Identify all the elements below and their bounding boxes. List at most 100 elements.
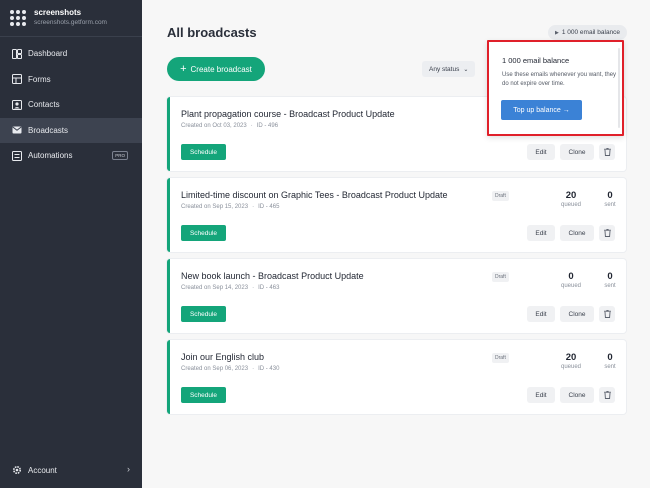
brand[interactable]: screenshots screenshots.getform.com: [10, 8, 138, 36]
broadcast-title[interactable]: Limited-time discount on Graphic Tees - …: [181, 190, 447, 200]
sidebar-item-forms[interactable]: Forms: [0, 67, 142, 93]
trash-icon: [603, 229, 611, 237]
clone-button[interactable]: Clone: [560, 306, 594, 322]
draft-badge: Draft: [492, 353, 509, 363]
sidebar-item-label: Automations: [28, 151, 73, 161]
clone-button[interactable]: Clone: [560, 225, 594, 241]
gear-icon: [12, 465, 22, 475]
queued-stat: 0 queued: [556, 271, 586, 289]
dashboard-icon: [12, 48, 22, 59]
sidebar-item-broadcasts[interactable]: Broadcasts: [0, 117, 142, 143]
sent-stat: 0 sent: [596, 352, 624, 370]
queued-label: queued: [560, 364, 582, 370]
queued-stat: 20 queued: [556, 352, 586, 370]
create-broadcast-button[interactable]: + Create broadcast: [167, 57, 265, 81]
sent-label: sent: [604, 283, 616, 289]
automations-icon: [12, 150, 22, 161]
broadcast-id: ID - 496: [256, 123, 279, 129]
broadcast-meta: Created on Sep 06, 2023 · ID - 430: [181, 366, 280, 372]
contacts-icon: [12, 99, 22, 110]
clone-button[interactable]: Clone: [560, 144, 594, 160]
email-balance-popover: 1 000 email balance Use these emails whe…: [487, 40, 624, 136]
plus-icon: +: [180, 62, 187, 75]
queued-label: queued: [560, 283, 582, 289]
page-title: All broadcasts: [167, 25, 257, 40]
broadcast-meta: Created on Sep 14, 2023 · ID - 463: [181, 285, 280, 291]
popover-title: 1 000 email balance: [502, 56, 570, 65]
queued-count: 0: [568, 271, 574, 282]
sidebar-item-contacts[interactable]: Contacts: [0, 92, 142, 118]
edit-button[interactable]: Edit: [527, 306, 555, 322]
sidebar-item-label: Forms: [28, 74, 51, 84]
forms-icon: [12, 74, 22, 85]
broadcast-id: ID - 430: [258, 366, 280, 372]
trash-icon: [603, 148, 611, 156]
broadcast-id: ID - 465: [258, 204, 280, 210]
queued-count: 20: [565, 352, 577, 363]
schedule-button[interactable]: Schedule: [181, 144, 226, 160]
schedule-button[interactable]: Schedule: [181, 387, 226, 403]
delete-button[interactable]: [599, 144, 615, 160]
clone-button[interactable]: Clone: [560, 387, 594, 403]
draft-badge: Draft: [492, 191, 509, 201]
sidebar-item-dashboard[interactable]: Dashboard: [0, 41, 142, 67]
broadcast-created: Created on Sep 14, 2023: [181, 285, 249, 291]
play-icon: ▶: [555, 29, 559, 36]
draft-badge: Draft: [492, 272, 509, 282]
queued-label: queued: [560, 202, 582, 208]
broadcast-created: Created on Sep 15, 2023: [181, 204, 249, 210]
sent-stat: 0 sent: [596, 271, 624, 289]
broadcast-title[interactable]: New book launch - Broadcast Product Upda…: [181, 271, 364, 281]
trash-icon: [603, 391, 611, 399]
sent-stat: 0 sent: [596, 190, 624, 208]
sidebar-item-automations[interactable]: Automations PRO: [0, 143, 142, 169]
delete-button[interactable]: [599, 225, 615, 241]
broadcast-card: New book launch - Broadcast Product Upda…: [167, 259, 626, 333]
email-balance-label: 1 000 email balance: [561, 29, 621, 36]
trash-icon: [603, 310, 611, 318]
schedule-button[interactable]: Schedule: [181, 306, 226, 322]
status-filter-dropdown[interactable]: Any status ⌄: [422, 61, 476, 77]
popover-scrollbar[interactable]: [618, 48, 620, 128]
email-balance-chip[interactable]: ▶ 1 000 email balance: [548, 25, 628, 40]
brand-name: screenshots: [34, 8, 82, 17]
create-broadcast-label: Create broadcast: [190, 64, 252, 74]
delete-button[interactable]: [599, 387, 615, 403]
broadcast-title[interactable]: Join our English club: [181, 352, 264, 362]
queued-count: 20: [565, 190, 577, 201]
chevron-down-icon: ⌄: [463, 66, 469, 73]
broadcast-meta: Created on Oct 03, 2023 · ID - 496: [181, 123, 279, 129]
sidebar-divider: [0, 36, 142, 37]
brand-subdomain: screenshots.getform.com: [34, 19, 107, 26]
sidebar-nav: Dashboard Forms Contacts Broadcasts Auto…: [0, 41, 142, 169]
account-menu[interactable]: Account ›: [0, 459, 142, 481]
top-up-balance-button[interactable]: Top up balance →: [501, 100, 582, 120]
brand-logo-icon: [10, 10, 26, 26]
schedule-button[interactable]: Schedule: [181, 225, 226, 241]
sent-label: sent: [604, 202, 616, 208]
broadcast-created: Created on Sep 06, 2023: [181, 366, 249, 372]
chevron-right-icon: ›: [127, 464, 130, 474]
pro-badge: PRO: [112, 151, 128, 160]
broadcast-id: ID - 463: [258, 285, 280, 291]
edit-button[interactable]: Edit: [527, 225, 555, 241]
status-filter-label: Any status: [429, 65, 460, 73]
delete-button[interactable]: [599, 306, 615, 322]
sent-count: 0: [607, 271, 613, 282]
broadcast-title[interactable]: Plant propagation course - Broadcast Pro…: [181, 109, 395, 119]
edit-button[interactable]: Edit: [527, 144, 555, 160]
sidebar: screenshots screenshots.getform.com Dash…: [0, 0, 142, 488]
sent-count: 0: [607, 352, 613, 363]
sent-count: 0: [607, 190, 613, 201]
sidebar-item-label: Broadcasts: [28, 125, 69, 135]
broadcast-card: Join our English club Created on Sep 06,…: [167, 340, 626, 414]
broadcast-meta: Created on Sep 15, 2023 · ID - 465: [181, 204, 280, 210]
sidebar-item-label: Dashboard: [28, 49, 68, 59]
queued-stat: 20 queued: [556, 190, 586, 208]
account-label: Account: [28, 465, 57, 475]
broadcast-card: Limited-time discount on Graphic Tees - …: [167, 178, 626, 252]
popover-description: Use these emails whenever you want, they…: [502, 72, 617, 87]
sidebar-item-label: Contacts: [28, 100, 60, 110]
sent-label: sent: [604, 364, 616, 370]
edit-button[interactable]: Edit: [527, 387, 555, 403]
